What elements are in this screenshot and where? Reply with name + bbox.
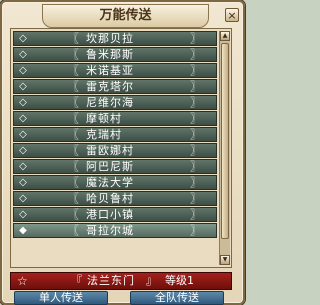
list-item[interactable]: ◇ 〖阿巴尼斯 〗	[13, 159, 217, 174]
list-item-bracket-left: 〖	[68, 144, 79, 157]
list-item-bracket-left: 〖	[68, 160, 79, 173]
list-item-label: 雷克塔尔	[86, 80, 134, 93]
destination-list: ◇ 〖坎那贝拉〗 ◇ 〖鲁米那斯〗 ◇ 〖米诺基亚〗 ◇ 〖雷克塔尔〗 ◇ 〖尼维尔海〗 ◇ 〖摩顿村…	[10, 28, 232, 268]
list-item-bracket-right: 〗	[190, 96, 201, 109]
list-item-bracket-left: 〖	[68, 224, 79, 237]
list-item[interactable]: ◇ 〖哈贝鲁村 〗	[13, 191, 217, 206]
diamond-icon: ◇	[19, 97, 27, 108]
list-item[interactable]: ◇ 〖尼维尔海 〗	[13, 95, 217, 110]
list-item-bracket-right: 〗	[190, 112, 201, 125]
list-item-bracket-left: 〖	[68, 80, 79, 93]
list-item-bracket-right: 〗	[190, 208, 201, 221]
list-item-label: 魔法大学	[86, 176, 134, 189]
list-item[interactable]: ◇ 〖鲁米那斯 〗	[13, 47, 217, 62]
team-teleport-button[interactable]: 全队传送	[130, 291, 224, 305]
scroll-up-arrow-icon[interactable]: ▲	[220, 31, 230, 41]
list-item-bracket-right: 〗	[190, 64, 201, 77]
diamond-icon: ◇	[19, 145, 27, 156]
list-item-bracket-right: 〗	[190, 144, 201, 157]
list-item-bracket-right: 〗	[190, 224, 201, 237]
destination-name: 法兰东门	[87, 274, 135, 287]
list-item-label: 阿巴尼斯	[86, 160, 134, 173]
list-item-label: 米诺基亚	[86, 64, 134, 77]
list-item-bracket-left: 〖	[68, 96, 79, 109]
teleport-window: 万能传送 × ◇ 〖坎那贝拉〗 ◇ 〖鲁米那斯〗 ◇ 〖米诺基亚〗 ◇ 〖雷克塔尔〗 ◇ 〖尼维尔…	[0, 0, 245, 305]
list-item-bracket-right: 〗	[190, 160, 201, 173]
list-item[interactable]: ◇ 〖魔法大学 〗	[13, 175, 217, 190]
list-item-label: 港口小镇	[86, 208, 134, 221]
scroll-thumb[interactable]	[221, 43, 229, 239]
diamond-icon: ◇	[19, 193, 27, 204]
list-item[interactable]: ◇ 〖坎那贝拉 〗	[13, 31, 217, 46]
diamond-icon: ◇	[19, 177, 27, 188]
list-item[interactable]: ◇ 〖克瑞村 〗	[13, 127, 217, 142]
diamond-icon: ◇	[19, 65, 27, 76]
scroll-down-arrow-icon[interactable]: ▼	[220, 255, 230, 265]
diamond-icon: ◇	[19, 113, 27, 124]
list-item-bracket-left: 〖	[68, 208, 79, 221]
diamond-icon: ◇	[19, 161, 27, 172]
selected-destination-bar: ☆ 『 法兰东门 』 等级1	[10, 272, 232, 290]
list-item-bracket-left: 〖	[68, 112, 79, 125]
single-teleport-button[interactable]: 单人传送	[14, 291, 108, 305]
diamond-icon: ◇	[19, 81, 27, 92]
list-item[interactable]: ◇ 〖港口小镇 〗	[13, 207, 217, 222]
filled-diamond-icon: ◆	[19, 225, 27, 236]
close-button[interactable]: ×	[225, 8, 239, 22]
list-item-bracket-left: 〖	[68, 128, 79, 141]
list-item-bracket-left: 〖	[68, 176, 79, 189]
list-item-label: 哈贝鲁村	[86, 192, 134, 205]
list-item-bracket-right: 〗	[190, 32, 201, 45]
list-item-bracket-left: 〖	[68, 48, 79, 61]
list-scrollbar[interactable]: ▲ ▼	[219, 31, 230, 265]
list-item-bracket-right: 〗	[190, 176, 201, 189]
list-item[interactable]: ◆ 〖哥拉尔城 〗	[13, 223, 217, 238]
destination-list-rows: ◇ 〖坎那贝拉〗 ◇ 〖鲁米那斯〗 ◇ 〖米诺基亚〗 ◇ 〖雷克塔尔〗 ◇ 〖尼维尔海〗 ◇ 〖摩顿村…	[13, 31, 217, 239]
list-item-bracket-right: 〗	[190, 48, 201, 61]
list-item-bracket-right: 〗	[190, 128, 201, 141]
destination-bracket-left: 『	[71, 274, 82, 287]
star-icon: ☆	[17, 274, 28, 288]
list-item-bracket-left: 〖	[68, 192, 79, 205]
list-item-bracket-right: 〗	[190, 80, 201, 93]
window-title: 万能传送	[42, 4, 209, 28]
diamond-icon: ◇	[19, 129, 27, 140]
list-item[interactable]: ◇ 〖雷欧娜村 〗	[13, 143, 217, 158]
list-item[interactable]: ◇ 〖摩顿村 〗	[13, 111, 217, 126]
list-item[interactable]: ◇ 〖米诺基亚 〗	[13, 63, 217, 78]
destination-bracket-right: 』	[146, 274, 157, 287]
list-item-label: 坎那贝拉	[86, 32, 134, 45]
list-item-bracket-right: 〗	[190, 192, 201, 205]
list-item-label: 鲁米那斯	[86, 48, 134, 61]
destination-level: 等级1	[165, 274, 194, 287]
list-item-label: 克瑞村	[86, 128, 122, 141]
list-item-label: 哥拉尔城	[86, 224, 134, 237]
list-item-bracket-left: 〖	[68, 32, 79, 45]
diamond-icon: ◇	[19, 209, 27, 220]
list-item-label: 摩顿村	[86, 112, 122, 125]
list-item[interactable]: ◇ 〖雷克塔尔 〗	[13, 79, 217, 94]
list-item-label: 尼维尔海	[86, 96, 134, 109]
diamond-icon: ◇	[19, 49, 27, 60]
diamond-icon: ◇	[19, 33, 27, 44]
list-item-label: 雷欧娜村	[86, 144, 134, 157]
list-item-bracket-left: 〖	[68, 64, 79, 77]
